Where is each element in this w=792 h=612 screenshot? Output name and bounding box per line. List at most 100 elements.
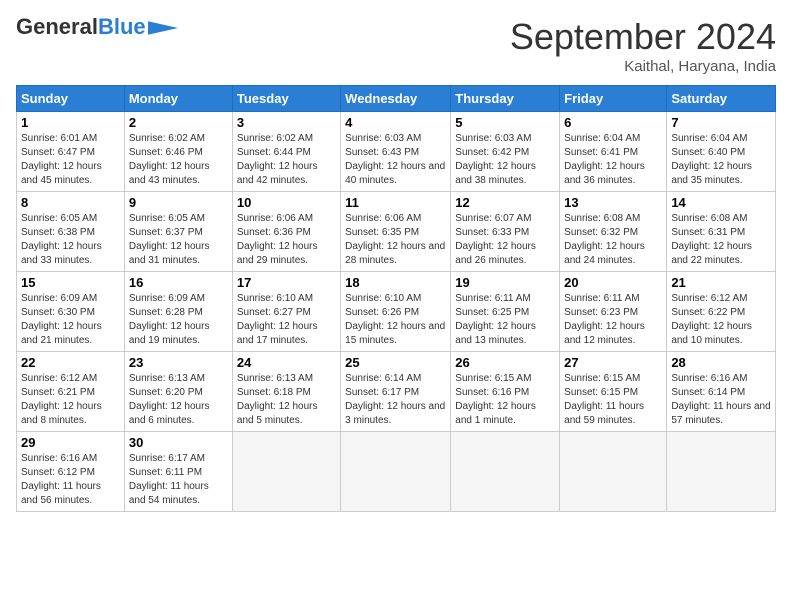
col-thursday: Thursday [451,86,560,112]
day-number: 18 [345,275,446,290]
table-row: 20 Sunrise: 6:11 AMSunset: 6:23 PMDaylig… [560,272,667,352]
day-info: Sunrise: 6:15 AMSunset: 6:16 PMDaylight:… [455,372,555,428]
day-info: Sunrise: 6:12 AMSunset: 6:22 PMDaylight:… [671,292,771,348]
calendar-week-row: 29 Sunrise: 6:16 AMSunset: 6:12 PMDaylig… [17,432,776,512]
table-row [232,432,340,512]
table-row: 21 Sunrise: 6:12 AMSunset: 6:22 PMDaylig… [667,272,776,352]
day-info: Sunrise: 6:12 AMSunset: 6:21 PMDaylight:… [21,372,120,428]
logo-icon [148,21,178,35]
calendar-week-row: 8 Sunrise: 6:05 AMSunset: 6:38 PMDayligh… [17,192,776,272]
day-info: Sunrise: 6:13 AMSunset: 6:20 PMDaylight:… [129,372,228,428]
day-info: Sunrise: 6:08 AMSunset: 6:31 PMDaylight:… [671,212,771,268]
day-number: 28 [671,355,771,370]
day-info: Sunrise: 6:05 AMSunset: 6:37 PMDaylight:… [129,212,228,268]
day-number: 9 [129,195,228,210]
table-row: 26 Sunrise: 6:15 AMSunset: 6:16 PMDaylig… [451,352,560,432]
day-info: Sunrise: 6:16 AMSunset: 6:12 PMDaylight:… [21,452,120,508]
table-row: 14 Sunrise: 6:08 AMSunset: 6:31 PMDaylig… [667,192,776,272]
month-title: September 2024 [510,16,776,58]
day-number: 4 [345,115,446,130]
day-info: Sunrise: 6:02 AMSunset: 6:46 PMDaylight:… [129,132,228,188]
day-number: 20 [564,275,662,290]
day-number: 1 [21,115,120,130]
day-info: Sunrise: 6:05 AMSunset: 6:38 PMDaylight:… [21,212,120,268]
table-row: 25 Sunrise: 6:14 AMSunset: 6:17 PMDaylig… [341,352,451,432]
day-info: Sunrise: 6:04 AMSunset: 6:40 PMDaylight:… [671,132,771,188]
day-number: 25 [345,355,446,370]
day-number: 16 [129,275,228,290]
day-number: 22 [21,355,120,370]
table-row: 17 Sunrise: 6:10 AMSunset: 6:27 PMDaylig… [232,272,340,352]
col-friday: Friday [560,86,667,112]
table-row: 4 Sunrise: 6:03 AMSunset: 6:43 PMDayligh… [341,112,451,192]
col-wednesday: Wednesday [341,86,451,112]
table-row: 29 Sunrise: 6:16 AMSunset: 6:12 PMDaylig… [17,432,125,512]
day-info: Sunrise: 6:03 AMSunset: 6:42 PMDaylight:… [455,132,555,188]
table-row: 28 Sunrise: 6:16 AMSunset: 6:14 PMDaylig… [667,352,776,432]
table-row: 8 Sunrise: 6:05 AMSunset: 6:38 PMDayligh… [17,192,125,272]
day-number: 23 [129,355,228,370]
calendar-week-row: 15 Sunrise: 6:09 AMSunset: 6:30 PMDaylig… [17,272,776,352]
day-info: Sunrise: 6:13 AMSunset: 6:18 PMDaylight:… [237,372,336,428]
day-number: 15 [21,275,120,290]
day-number: 21 [671,275,771,290]
table-row [560,432,667,512]
day-number: 6 [564,115,662,130]
day-number: 14 [671,195,771,210]
day-number: 5 [455,115,555,130]
calendar-week-row: 22 Sunrise: 6:12 AMSunset: 6:21 PMDaylig… [17,352,776,432]
day-info: Sunrise: 6:06 AMSunset: 6:36 PMDaylight:… [237,212,336,268]
day-number: 19 [455,275,555,290]
day-info: Sunrise: 6:02 AMSunset: 6:44 PMDaylight:… [237,132,336,188]
day-number: 12 [455,195,555,210]
table-row: 7 Sunrise: 6:04 AMSunset: 6:40 PMDayligh… [667,112,776,192]
table-row: 22 Sunrise: 6:12 AMSunset: 6:21 PMDaylig… [17,352,125,432]
table-row: 15 Sunrise: 6:09 AMSunset: 6:30 PMDaylig… [17,272,125,352]
table-row: 11 Sunrise: 6:06 AMSunset: 6:35 PMDaylig… [341,192,451,272]
day-number: 27 [564,355,662,370]
table-row [451,432,560,512]
day-info: Sunrise: 6:10 AMSunset: 6:27 PMDaylight:… [237,292,336,348]
day-info: Sunrise: 6:01 AMSunset: 6:47 PMDaylight:… [21,132,120,188]
table-row: 2 Sunrise: 6:02 AMSunset: 6:46 PMDayligh… [124,112,232,192]
day-info: Sunrise: 6:07 AMSunset: 6:33 PMDaylight:… [455,212,555,268]
col-saturday: Saturday [667,86,776,112]
table-row: 3 Sunrise: 6:02 AMSunset: 6:44 PMDayligh… [232,112,340,192]
day-number: 24 [237,355,336,370]
col-monday: Monday [124,86,232,112]
day-info: Sunrise: 6:03 AMSunset: 6:43 PMDaylight:… [345,132,446,188]
calendar-week-row: 1 Sunrise: 6:01 AMSunset: 6:47 PMDayligh… [17,112,776,192]
day-info: Sunrise: 6:04 AMSunset: 6:41 PMDaylight:… [564,132,662,188]
table-row: 18 Sunrise: 6:10 AMSunset: 6:26 PMDaylig… [341,272,451,352]
day-info: Sunrise: 6:09 AMSunset: 6:28 PMDaylight:… [129,292,228,348]
day-number: 30 [129,435,228,450]
calendar-table: Sunday Monday Tuesday Wednesday Thursday… [16,85,776,512]
table-row: 24 Sunrise: 6:13 AMSunset: 6:18 PMDaylig… [232,352,340,432]
day-number: 3 [237,115,336,130]
day-info: Sunrise: 6:06 AMSunset: 6:35 PMDaylight:… [345,212,446,268]
table-row: 16 Sunrise: 6:09 AMSunset: 6:28 PMDaylig… [124,272,232,352]
day-number: 17 [237,275,336,290]
day-number: 8 [21,195,120,210]
day-number: 2 [129,115,228,130]
day-number: 13 [564,195,662,210]
table-row: 13 Sunrise: 6:08 AMSunset: 6:32 PMDaylig… [560,192,667,272]
table-row [341,432,451,512]
logo: GeneralBlue [16,16,178,38]
day-info: Sunrise: 6:16 AMSunset: 6:14 PMDaylight:… [671,372,771,428]
day-info: Sunrise: 6:08 AMSunset: 6:32 PMDaylight:… [564,212,662,268]
table-row: 10 Sunrise: 6:06 AMSunset: 6:36 PMDaylig… [232,192,340,272]
location: Kaithal, Haryana, India [510,58,776,75]
day-info: Sunrise: 6:09 AMSunset: 6:30 PMDaylight:… [21,292,120,348]
header: GeneralBlue September 2024 Kaithal, Hary… [16,16,776,75]
day-number: 11 [345,195,446,210]
table-row [667,432,776,512]
day-info: Sunrise: 6:10 AMSunset: 6:26 PMDaylight:… [345,292,446,348]
table-row: 30 Sunrise: 6:17 AMSunset: 6:11 PMDaylig… [124,432,232,512]
col-tuesday: Tuesday [232,86,340,112]
table-row: 23 Sunrise: 6:13 AMSunset: 6:20 PMDaylig… [124,352,232,432]
day-info: Sunrise: 6:11 AMSunset: 6:25 PMDaylight:… [455,292,555,348]
table-row: 19 Sunrise: 6:11 AMSunset: 6:25 PMDaylig… [451,272,560,352]
table-row: 6 Sunrise: 6:04 AMSunset: 6:41 PMDayligh… [560,112,667,192]
calendar-header-row: Sunday Monday Tuesday Wednesday Thursday… [17,86,776,112]
